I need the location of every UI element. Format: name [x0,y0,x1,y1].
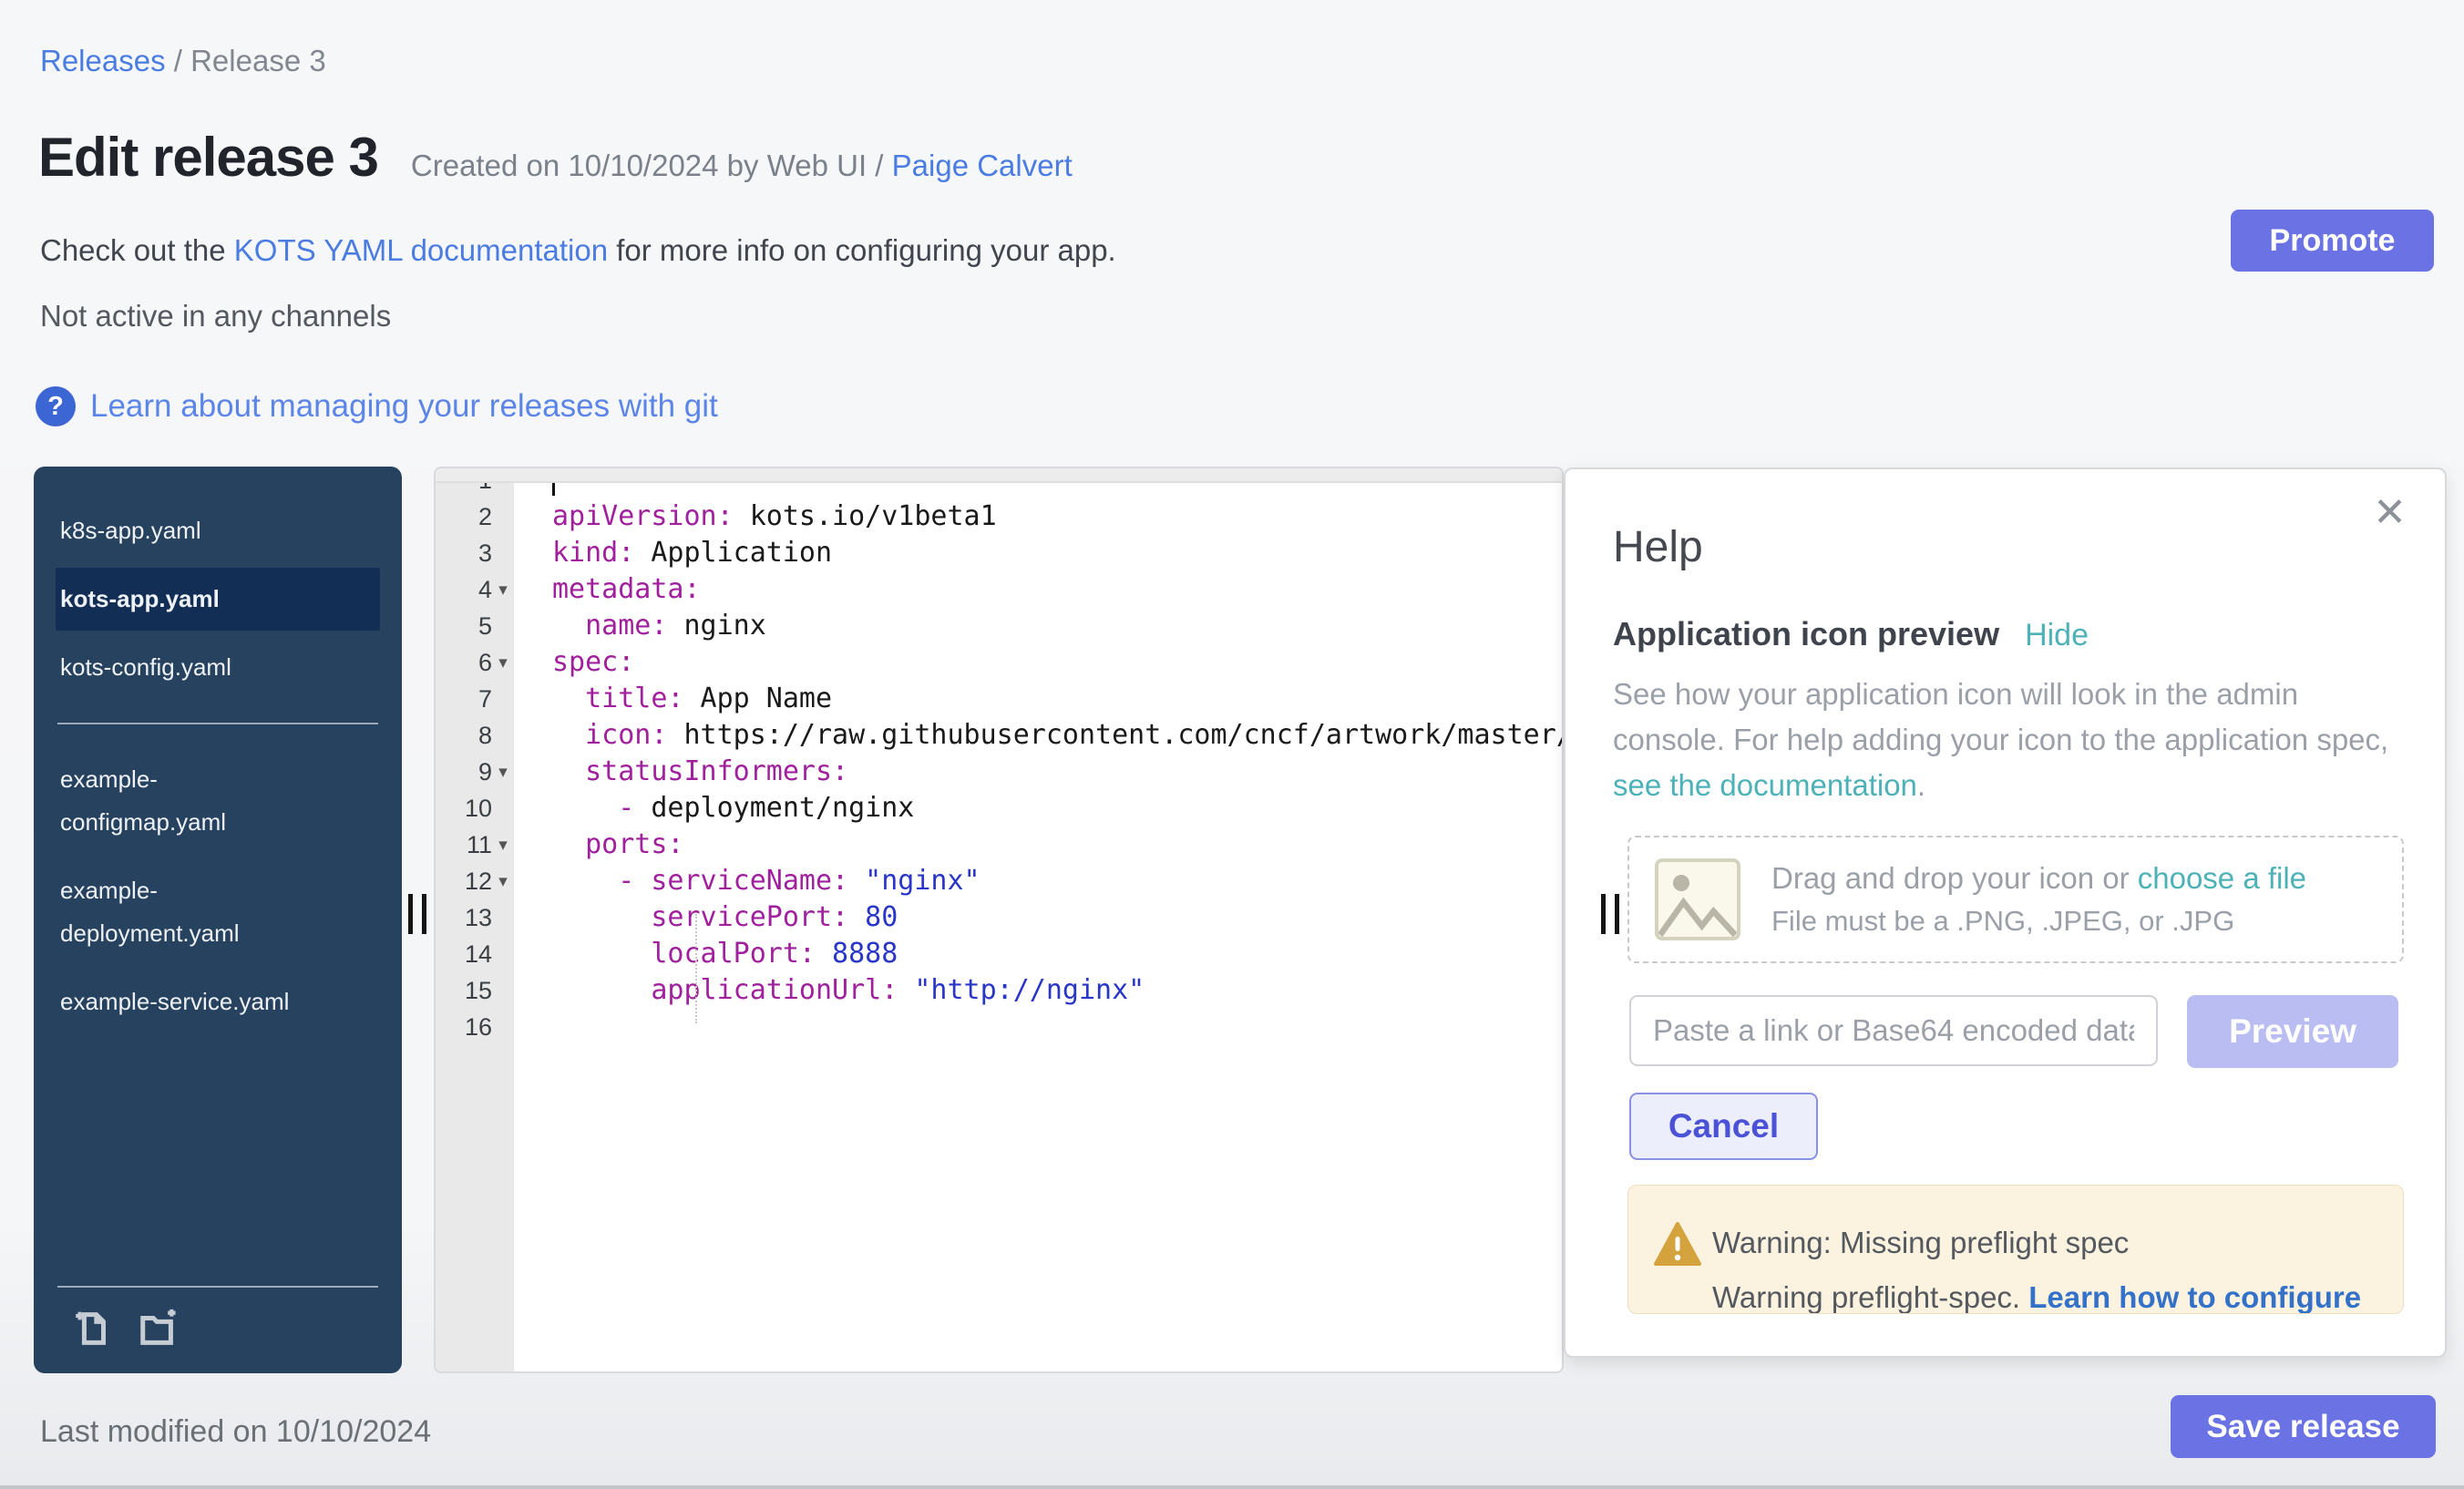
icon-preview-title: Application icon preview [1613,615,1999,653]
cancel-button[interactable]: Cancel [1629,1093,1818,1160]
docs-hint-suffix: for more info on configuring your app. [608,233,1116,267]
fold-caret-icon[interactable]: ▾ [492,652,514,673]
dropzone-text: Drag and drop your icon or choose a file… [1771,861,2306,938]
editor-body[interactable]: 1---2apiVersion: kots.io/v1beta13kind: A… [436,483,1562,1371]
code-line-5[interactable]: 5 name: nginx [436,608,1562,644]
git-releases-link[interactable]: Learn about managing your releases with … [90,388,718,425]
preview-button[interactable]: Preview [2187,995,2398,1068]
question-mark-icon: ? [36,386,76,426]
code-line-15[interactable]: 15 applicationUrl: "http://nginx" [436,972,1562,1009]
description-period: . [1917,768,1925,802]
code-line-4[interactable]: 4▾metadata: [436,571,1562,608]
file-list: k8s-app.yamlkots-app.yamlkots-config.yam… [34,467,402,1033]
fold-caret-icon[interactable]: ▾ [492,762,514,783]
breadcrumb-separator: / [174,44,190,77]
icon-url-input[interactable] [1629,995,2158,1066]
icon-preview-description: See how your application icon will look … [1613,672,2415,808]
author-link[interactable]: Paige Calvert [892,149,1073,182]
channel-status: Not active in any channels [40,299,391,334]
code-line-6[interactable]: 6▾spec: [436,644,1562,681]
close-icon[interactable]: ✕ [2373,493,2407,533]
add-file-icon[interactable] [72,1308,114,1350]
help-panel: ✕ Help Application icon preview Hide See… [1564,467,2447,1358]
image-placeholder-icon [1655,858,1740,940]
add-folder-icon[interactable] [138,1308,180,1350]
warning-triangle-icon [1654,1222,1701,1266]
code-line-14[interactable]: 14 localPort: 8888 [436,936,1562,972]
see-documentation-link[interactable]: see the documentation [1613,768,1917,802]
editor-top-scrollbar[interactable] [436,468,1562,483]
file-item-example-configmap-yaml[interactable]: example-configmap.yaml [56,748,380,854]
breadcrumb-releases-link[interactable]: Releases [40,44,166,77]
file-item-example-deployment-yaml[interactable]: example-deployment.yaml [56,859,380,965]
docs-hint-prefix: Check out the [40,233,234,267]
code-line-10[interactable]: 10 - deployment/nginx [436,790,1562,827]
code-line-16[interactable]: 16 [436,1009,1562,1045]
yaml-editor[interactable]: 1---2apiVersion: kots.io/v1beta13kind: A… [434,467,1564,1373]
dropzone-line1: Drag and drop your icon or [1771,861,2138,895]
file-item-k8s-app-yaml[interactable]: k8s-app.yaml [56,499,380,562]
code-line-2[interactable]: 2apiVersion: kots.io/v1beta1 [436,498,1562,535]
learn-configure-link[interactable]: Learn how to configure [2028,1280,2361,1314]
code-line-11[interactable]: 11▾ ports: [436,827,1562,863]
breadcrumb-current: Release 3 [190,44,326,77]
sidebar-actions [34,1286,402,1373]
release-created-info: Created on 10/10/2024 by Web UI / Paige … [411,149,1073,183]
title-row: Edit release 3 Created on 10/10/2024 by … [38,126,1073,189]
code-line-12[interactable]: 12▾ - serviceName: "nginx" [436,863,1562,899]
code-line-9[interactable]: 9▾ statusInformers: [436,754,1562,790]
preflight-warning: Warning: Missing preflight spec Warning … [1627,1185,2404,1314]
sidebar-resize-handle[interactable] [408,894,426,934]
fold-caret-icon[interactable]: ▾ [492,871,514,892]
code-line-1[interactable]: 1--- [436,483,1562,498]
help-panel-title: Help [1613,522,1703,572]
warning-detail: Warning preflight-spec. Learn how to con… [1712,1280,2361,1314]
bottom-edge [0,1485,2464,1489]
page-title: Edit release 3 [38,126,378,189]
promote-button[interactable]: Promote [2231,210,2434,272]
hide-link[interactable]: Hide [2025,618,2089,653]
created-text: Created on 10/10/2024 by Web UI / [411,149,892,182]
fold-caret-icon[interactable]: ▾ [492,580,514,601]
warning-detail-text: Warning preflight-spec. [1712,1280,2028,1314]
indent-guide [695,914,697,1023]
docs-hint: Check out the KOTS YAML documentation fo… [40,233,1116,268]
help-panel-resize-handle[interactable] [1601,894,1619,934]
last-modified-text: Last modified on 10/10/2024 [40,1414,431,1450]
file-item-kots-app-yaml[interactable]: kots-app.yaml [56,568,380,631]
choose-file-link[interactable]: choose a file [2138,861,2306,895]
file-group-divider [57,723,378,724]
file-item-example-service-yaml[interactable]: example-service.yaml [56,970,380,1033]
file-tree-sidebar: k8s-app.yamlkots-app.yamlkots-config.yam… [34,467,402,1373]
breadcrumb: Releases / Release 3 [40,44,326,78]
code-line-7[interactable]: 7 title: App Name [436,681,1562,717]
code-line-3[interactable]: 3kind: Application [436,535,1562,571]
file-item-kots-config-yaml[interactable]: kots-config.yaml [56,636,380,699]
save-release-button[interactable]: Save release [2171,1395,2436,1458]
icon-dropzone[interactable]: Drag and drop your icon or choose a file… [1627,836,2404,963]
kots-yaml-docs-link[interactable]: KOTS YAML documentation [234,233,608,267]
git-help-row: ? Learn about managing your releases wit… [36,386,718,426]
code-line-13[interactable]: 13 servicePort: 80 [436,899,1562,936]
code-line-8[interactable]: 8 icon: https://raw.githubusercontent.co… [436,717,1562,754]
warning-title: Warning: Missing preflight spec [1712,1226,2129,1260]
dropzone-file-types: File must be a .PNG, .JPEG, or .JPG [1771,905,2306,938]
fold-caret-icon[interactable]: ▾ [492,835,514,856]
description-text: See how your application icon will look … [1613,677,2388,756]
